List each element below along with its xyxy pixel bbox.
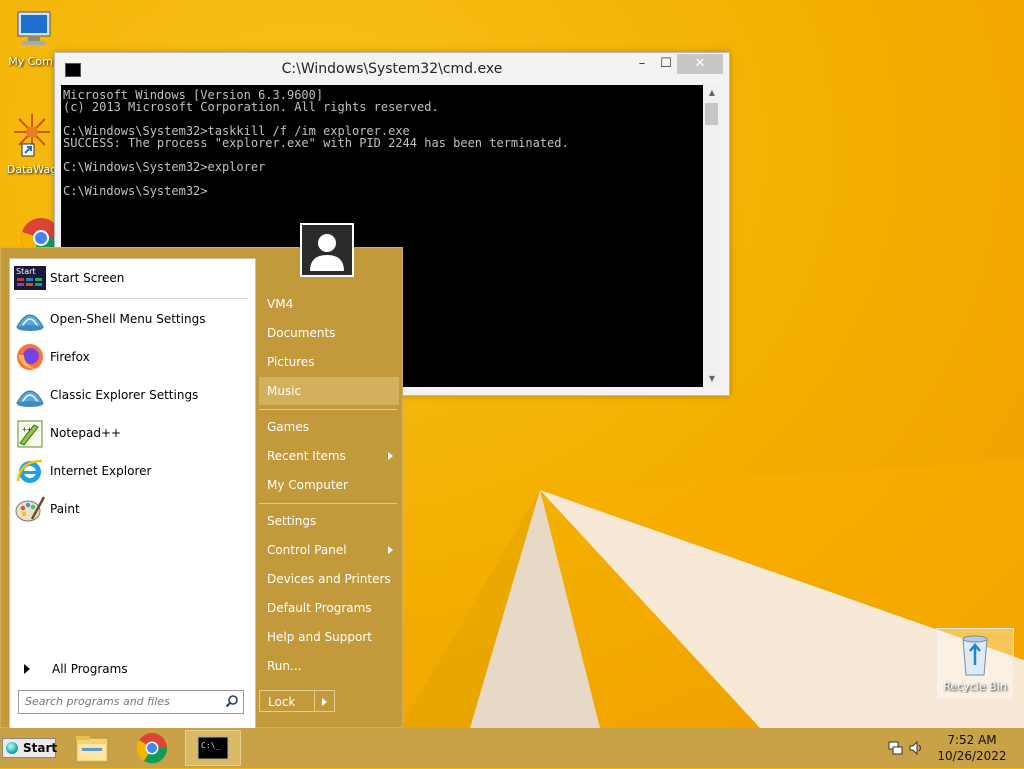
- chrome-icon: [136, 733, 168, 764]
- clock-time: 7:52 AM: [947, 733, 997, 747]
- cmd-scrollbar[interactable]: ▲ ▼: [703, 85, 721, 387]
- menu-item-run[interactable]: Run...: [259, 652, 399, 680]
- paint-icon: [14, 493, 46, 525]
- start-menu: Start Start Screen Open-Shell Menu Setti…: [0, 247, 403, 729]
- menu-item-label: Paint: [50, 502, 80, 516]
- menu-item-start-screen[interactable]: Start Start Screen: [14, 261, 250, 295]
- menu-separator: [259, 409, 397, 410]
- menu-item-recent-items[interactable]: Recent Items: [259, 442, 399, 470]
- start-screen-icon-text: Start: [16, 267, 36, 276]
- notepad-plus-plus-icon: ++: [14, 417, 46, 449]
- computer-icon: [17, 11, 51, 45]
- menu-item-music[interactable]: Music: [259, 377, 399, 405]
- menu-item-games[interactable]: Games: [259, 413, 399, 441]
- taskbar-cmd[interactable]: C:\_: [185, 730, 241, 766]
- menu-separator: [259, 503, 397, 504]
- cmd-icon-text: C:\_: [201, 741, 220, 750]
- firefox-icon: [14, 341, 46, 373]
- menu-item-label: Internet Explorer: [50, 464, 152, 478]
- menu-separator: [16, 298, 248, 299]
- volume-icon[interactable]: [908, 740, 924, 756]
- menu-item-pictures[interactable]: Pictures: [259, 348, 399, 376]
- start-orb-icon: [6, 742, 18, 754]
- menu-item-devices-and-printers[interactable]: Devices and Printers: [259, 565, 399, 593]
- maximize-button[interactable]: ☐: [653, 54, 679, 74]
- taskbar-chrome[interactable]: [124, 730, 180, 766]
- menu-item-notepad-plus-plus[interactable]: ++ Notepad++: [14, 416, 250, 450]
- scroll-thumb[interactable]: [705, 103, 718, 125]
- chevron-right-icon: [388, 546, 393, 554]
- shutdown-options-button[interactable]: [315, 690, 335, 712]
- search-box[interactable]: [18, 690, 244, 714]
- desktop-icon-datawag[interactable]: DataWag: [2, 110, 62, 176]
- all-programs-button[interactable]: All Programs: [18, 657, 248, 681]
- menu-item-label: Control Panel: [267, 543, 347, 557]
- triangle-right-icon: [24, 664, 30, 674]
- recycle-bin-icon: [962, 635, 988, 676]
- menu-item-label: Notepad++: [50, 426, 122, 440]
- system-tray: 7:52 AM 10/26/2022: [884, 728, 1024, 768]
- clock[interactable]: 7:52 AM 10/26/2022: [932, 732, 1012, 764]
- desktop-icon-recycle-bin[interactable]: Recycle Bin: [936, 628, 1014, 700]
- start-button[interactable]: Start: [2, 738, 58, 758]
- desktop-icon-label: Recycle Bin: [943, 680, 1007, 693]
- menu-item-documents[interactable]: Documents: [259, 319, 399, 347]
- start-screen-icon: Start: [14, 262, 46, 294]
- chevron-right-icon: [388, 452, 393, 460]
- user-icon: [310, 234, 344, 271]
- menu-item-my-computer[interactable]: My Computer: [259, 471, 399, 499]
- shell-icon: [14, 379, 46, 411]
- user-avatar[interactable]: [300, 223, 354, 277]
- folder-icon: [75, 736, 109, 763]
- desktop-icon-chrome[interactable]: [10, 212, 61, 258]
- menu-item-label: Start Screen: [50, 271, 125, 285]
- menu-item-open-shell-settings[interactable]: Open-Shell Menu Settings: [14, 302, 250, 336]
- search-icon[interactable]: [225, 694, 239, 708]
- menu-item-internet-explorer[interactable]: Internet Explorer: [14, 454, 250, 488]
- datawag-icon: [14, 114, 50, 157]
- menu-item-control-panel[interactable]: Control Panel: [259, 536, 399, 564]
- menu-item-paint[interactable]: Paint: [14, 492, 250, 526]
- chrome-icon: [21, 218, 61, 258]
- clock-date: 10/26/2022: [937, 749, 1007, 763]
- svg-text:++: ++: [22, 425, 32, 434]
- menu-item-label: Recent Items: [267, 449, 346, 463]
- taskbar: Start C:\_ 7:52 AM 10/26/2022: [0, 728, 1024, 768]
- start-menu-programs-pane: Start Start Screen Open-Shell Menu Setti…: [9, 258, 256, 729]
- close-button[interactable]: ✕: [677, 54, 723, 74]
- menu-item-default-programs[interactable]: Default Programs: [259, 594, 399, 622]
- network-icon[interactable]: [888, 740, 904, 756]
- shell-icon: [14, 303, 46, 335]
- all-programs-label: All Programs: [52, 662, 128, 676]
- menu-item-label: Firefox: [50, 350, 90, 364]
- taskbar-file-explorer[interactable]: [64, 730, 120, 766]
- scroll-up-icon[interactable]: ▲: [703, 85, 721, 101]
- menu-item-settings[interactable]: Settings: [259, 507, 399, 535]
- menu-item-label: Open-Shell Menu Settings: [50, 312, 206, 326]
- start-button-label: Start: [23, 741, 58, 755]
- command-prompt-icon: C:\_: [197, 736, 229, 760]
- menu-item-help-and-support[interactable]: Help and Support: [259, 623, 399, 651]
- cmd-title-bar[interactable]: C:\Windows\System32\cmd.exe – ☐ ✕: [55, 53, 729, 85]
- scroll-down-icon[interactable]: ▼: [703, 371, 721, 387]
- menu-item-firefox[interactable]: Firefox: [14, 340, 250, 374]
- internet-explorer-icon: [14, 455, 46, 487]
- menu-item-classic-explorer-settings[interactable]: Classic Explorer Settings: [14, 378, 250, 412]
- desktop-icon-label: DataWag: [6, 163, 58, 176]
- lock-button[interactable]: Lock: [259, 690, 315, 712]
- cmd-output: Microsoft Windows [Version 6.3.9600] (c)…: [63, 88, 569, 198]
- search-input[interactable]: [19, 691, 221, 711]
- menu-item-label: Classic Explorer Settings: [50, 388, 199, 402]
- menu-item-vm4[interactable]: VM4: [259, 290, 399, 318]
